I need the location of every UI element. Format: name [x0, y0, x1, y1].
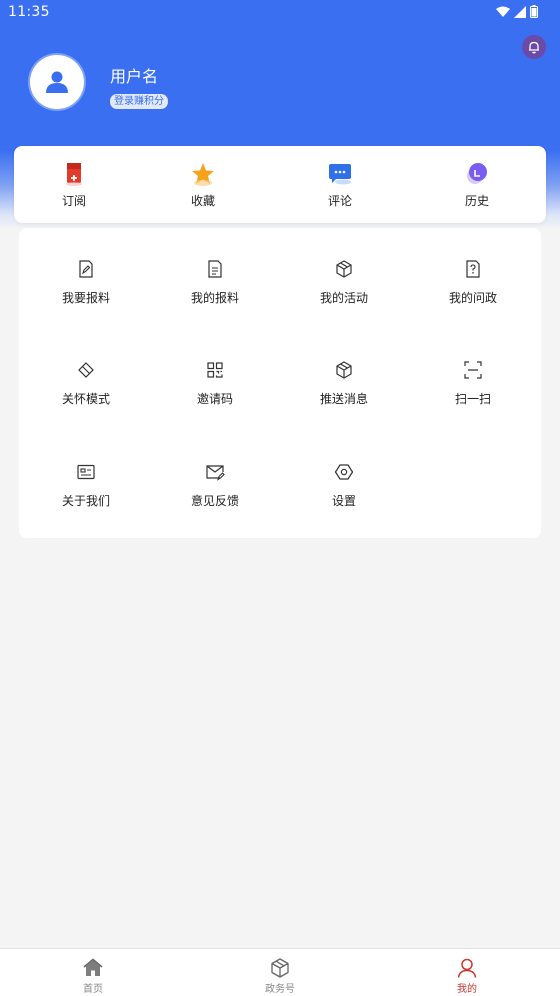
- cube-icon: [336, 260, 352, 278]
- tab-label: 政务号: [265, 984, 295, 995]
- menu-item-label: 关怀模式: [61, 392, 110, 406]
- menu-item-my-tips[interactable]: 我的报料: [165, 259, 265, 319]
- quick-action-favorites[interactable]: 收藏: [163, 146, 243, 223]
- scan-icon: [464, 361, 482, 379]
- quick-actions-card: 订阅 收藏 评论 历史: [14, 146, 546, 223]
- notification-bell-button[interactable]: [522, 35, 546, 59]
- service-menu-card: 我要报料 我的报料 我的活动 我的问政 关怀模式 邀请码 推送消息 扫一扫 关于…: [19, 228, 541, 538]
- menu-item-label: 扫一扫: [454, 392, 491, 406]
- menu-item-push-messages[interactable]: 推送消息: [294, 360, 394, 420]
- menu-item-my-inquiries[interactable]: 我的问政: [423, 259, 523, 319]
- id-card-icon: [77, 464, 95, 480]
- wifi-icon: [496, 6, 510, 17]
- cube-icon: [336, 361, 352, 379]
- quick-action-history[interactable]: 历史: [437, 146, 517, 223]
- quick-action-label: 历史: [464, 194, 489, 208]
- menu-item-label: 我的活动: [319, 291, 368, 305]
- menu-item-label: 邀请码: [196, 392, 233, 406]
- quick-action-comments[interactable]: 评论: [300, 146, 380, 223]
- bell-icon: [529, 41, 539, 54]
- menu-item-label: 推送消息: [319, 392, 368, 406]
- avatar[interactable]: [30, 55, 84, 109]
- quick-action-label: 订阅: [61, 194, 86, 208]
- cube-icon: [271, 958, 289, 978]
- grid-icon: [207, 362, 223, 378]
- quick-action-label: 收藏: [190, 194, 215, 208]
- subscribe-icon: [61, 161, 87, 187]
- person-icon: [457, 958, 477, 978]
- status-bar: 11:35: [0, 0, 560, 26]
- hexagon-settings-icon: [334, 464, 354, 480]
- question-document-icon: [466, 260, 480, 278]
- care-icon: [78, 362, 94, 378]
- menu-item-my-activities[interactable]: 我的活动: [294, 259, 394, 319]
- star-icon: [190, 161, 216, 187]
- login-points-badge[interactable]: 登录赚积分: [110, 94, 168, 109]
- username[interactable]: 用户名: [110, 63, 158, 87]
- menu-item-feedback[interactable]: 意见反馈: [165, 462, 265, 522]
- history-icon: [464, 161, 490, 187]
- menu-item-care-mode[interactable]: 关怀模式: [36, 360, 136, 420]
- mail-edit-icon: [206, 465, 225, 481]
- menu-item-label: 我要报料: [61, 291, 110, 305]
- user-avatar-icon: [46, 71, 68, 93]
- signal-icon: [514, 5, 526, 18]
- battery-icon: [530, 5, 538, 18]
- status-icons: [496, 5, 538, 18]
- tab-home[interactable]: 首页: [53, 949, 133, 996]
- menu-item-label: 设置: [331, 494, 356, 508]
- home-icon: [83, 958, 103, 976]
- tab-label: 我的: [457, 984, 477, 995]
- comment-icon: [327, 161, 353, 187]
- tab-mine[interactable]: 我的: [427, 949, 507, 996]
- menu-item-invite-code[interactable]: 邀请码: [165, 360, 265, 420]
- document-icon: [208, 260, 222, 278]
- bottom-navigation: 首页 政务号 我的: [0, 948, 560, 996]
- status-time: 11:35: [8, 4, 50, 20]
- menu-item-label: 意见反馈: [190, 494, 239, 508]
- menu-item-settings[interactable]: 设置: [294, 462, 394, 522]
- quick-action-label: 评论: [327, 194, 352, 208]
- tab-government-accounts[interactable]: 政务号: [240, 949, 320, 996]
- menu-item-submit-tip[interactable]: 我要报料: [36, 259, 136, 319]
- edit-document-icon: [79, 260, 93, 278]
- menu-item-label: 我的报料: [190, 291, 239, 305]
- menu-item-label: 关于我们: [61, 494, 110, 508]
- menu-item-scan[interactable]: 扫一扫: [423, 360, 523, 420]
- quick-action-subscribe[interactable]: 订阅: [34, 146, 114, 223]
- tab-label: 首页: [83, 984, 103, 995]
- menu-item-about-us[interactable]: 关于我们: [36, 462, 136, 522]
- menu-item-label: 我的问政: [448, 291, 497, 305]
